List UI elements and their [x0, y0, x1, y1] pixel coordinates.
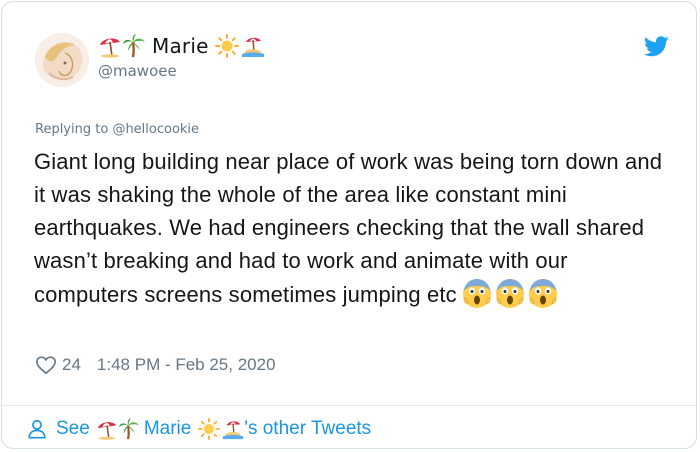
sun-icon	[198, 418, 221, 440]
replying-to-handle[interactable]: @hellocookie	[112, 122, 199, 137]
display-name[interactable]: Marie	[152, 34, 209, 58]
face-screaming-in-fear-icon	[527, 277, 559, 309]
palm-tree-icon	[122, 34, 146, 58]
desert-island-icon	[241, 34, 265, 58]
tweet-meta: 24 1:48 PM - Feb 25, 2020	[35, 353, 276, 377]
face-screaming-in-fear-icon	[494, 277, 526, 309]
user-handle[interactable]: @mawoee	[98, 62, 177, 80]
replying-prefix: Replying to	[35, 122, 109, 137]
timestamp[interactable]: 1:48 PM - Feb 25, 2020	[97, 355, 276, 375]
replying-to: Replying to @hellocookie	[35, 122, 199, 137]
like-count[interactable]: 24	[62, 355, 81, 375]
sun-icon	[214, 34, 239, 58]
tweet-text-content: Giant long building near place of work w…	[34, 149, 663, 307]
footer-suffix: 's other Tweets	[244, 418, 372, 439]
tweet-card: Marie @mawoee Replying to @hellocookie G…	[1, 1, 697, 449]
scream-emoji-group	[461, 277, 559, 309]
footer-name: Marie	[143, 418, 192, 439]
umbrella-on-ground-icon	[98, 34, 122, 58]
user-name-row[interactable]: Marie	[98, 33, 265, 59]
face-screaming-in-fear-icon	[461, 277, 493, 309]
tweet-text: Giant long building near place of work w…	[34, 145, 674, 311]
footer-prefix: See	[56, 418, 90, 439]
palm-tree-icon	[118, 418, 140, 440]
divider	[2, 405, 696, 406]
person-icon	[26, 418, 48, 440]
umbrella-on-ground-icon	[96, 418, 118, 440]
see-other-tweets-link[interactable]: See Marie 's other Tweets	[26, 413, 371, 445]
heart-icon[interactable]	[35, 354, 57, 376]
desert-island-icon	[222, 418, 244, 440]
twitter-bird-icon[interactable]	[644, 36, 669, 57]
avatar[interactable]	[35, 33, 89, 87]
